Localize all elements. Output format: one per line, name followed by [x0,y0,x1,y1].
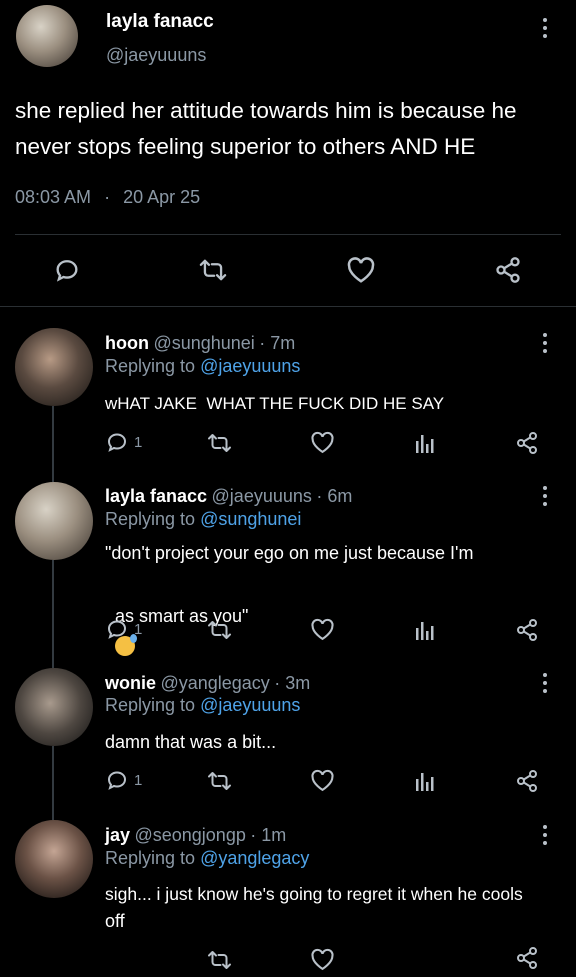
retweet-icon[interactable] [206,431,233,460]
share-icon[interactable] [494,256,522,284]
divider [15,234,561,235]
avatar[interactable] [16,5,78,67]
reply-author-name[interactable]: layla fanacc [105,486,207,506]
reply-count: 1 [134,620,143,638]
avatar[interactable] [15,482,93,560]
heart-icon[interactable] [310,948,335,976]
replying-to: Replying to @jaeyuuuns [105,356,300,377]
reply-button[interactable]: 1 [105,430,142,454]
reply-icon [107,620,127,639]
reply-age: · 7m [259,333,296,353]
more-options-icon[interactable] [535,823,555,847]
avatar[interactable] [15,668,93,746]
reply-author-name[interactable]: jay [105,825,130,845]
analytics-icon[interactable] [414,432,436,459]
tweet-time: 08:03 AM [15,187,92,207]
reply-text-line-2: off [105,911,125,931]
reply-author-name[interactable]: hoon [105,333,149,353]
tweet-text-line-2: never stops feeling superior to others A… [15,134,476,159]
replying-to-handle[interactable]: @yanglegacy [200,848,309,868]
reply-button[interactable]: 1 [105,617,142,641]
share-icon[interactable] [515,946,539,975]
heart-icon[interactable] [346,256,376,284]
retweet-icon[interactable] [206,769,233,798]
tweet-date: 20 Apr 25 [123,187,201,207]
reply-header: layla fanacc @jaeyuuuns · 6m [105,486,352,507]
reply-text: damn that was a bit... [105,732,277,752]
retweet-icon[interactable] [206,618,233,647]
reply-header: hoon @sunghunei · 7m [105,333,295,354]
reply-author-handle[interactable]: @jaeyuuuns [212,486,312,506]
heart-icon[interactable] [310,618,335,646]
replying-to-label: Replying to [105,695,196,715]
reply-header: wonie @yanglegacy · 3m [105,673,310,694]
divider [0,306,576,307]
more-options-icon[interactable] [535,331,555,355]
heart-icon[interactable] [310,431,335,459]
tweet-timestamp: 08:03 AM · 20 Apr 25 [15,187,200,208]
reply-count: 1 [134,433,143,451]
avatar[interactable] [15,328,93,406]
thread-line [52,406,54,482]
reply-icon [107,771,127,790]
more-options-icon[interactable] [535,484,555,508]
tweet-text-line-1: she replied her attitude towards him is … [15,98,517,123]
replying-to-label: Replying to [105,509,196,529]
author-handle[interactable]: @jaeyuuuns [106,45,206,66]
more-options-icon[interactable] [535,16,555,40]
reply-author-handle[interactable]: @seongjongp [134,825,245,845]
reply-text: wHAT JAKE WHAT THE FUCK DID HE SAY [105,394,445,413]
share-icon[interactable] [515,769,539,798]
retweet-icon[interactable] [206,948,233,977]
reply-text: "don't project your ego on me just becau… [105,543,474,563]
thread-line [52,560,54,668]
share-icon[interactable] [515,618,539,647]
reply-button[interactable]: 1 [105,768,142,792]
reply-author-handle[interactable]: @sunghunei [153,333,254,353]
reply-count: 1 [134,771,143,789]
reply-age: · 6m [316,486,353,506]
reply-header: jay @seongjongp · 1m [105,825,286,846]
reply-age: · 1m [250,825,287,845]
reply-age: · 3m [274,673,311,693]
author-name[interactable]: layla fanacc [106,11,214,33]
reply-text: sigh... i just know he's going to regret… [105,884,523,904]
reply-author-name[interactable]: wonie [105,673,156,693]
analytics-icon[interactable] [414,619,436,646]
separator-dot: · [104,187,111,207]
replying-to-handle[interactable]: @jaeyuuuns [200,695,300,715]
reply-author-handle[interactable]: @yanglegacy [160,673,269,693]
replying-to-handle[interactable]: @sunghunei [200,509,301,529]
retweet-icon[interactable] [198,256,228,284]
avatar[interactable] [15,820,93,898]
replying-to-handle[interactable]: @jaeyuuuns [200,356,300,376]
analytics-icon[interactable] [414,770,436,797]
reply-icon [107,433,127,452]
replying-to-label: Replying to [105,848,196,868]
thread-line [52,746,54,820]
replying-to: Replying to @yanglegacy [105,848,309,869]
replying-to: Replying to @sunghunei [105,509,301,530]
replying-to-label: Replying to [105,356,196,376]
reply-icon[interactable] [53,256,81,284]
more-options-icon[interactable] [535,671,555,695]
share-icon[interactable] [515,431,539,460]
replying-to: Replying to @jaeyuuuns [105,695,300,716]
heart-icon[interactable] [310,769,335,797]
